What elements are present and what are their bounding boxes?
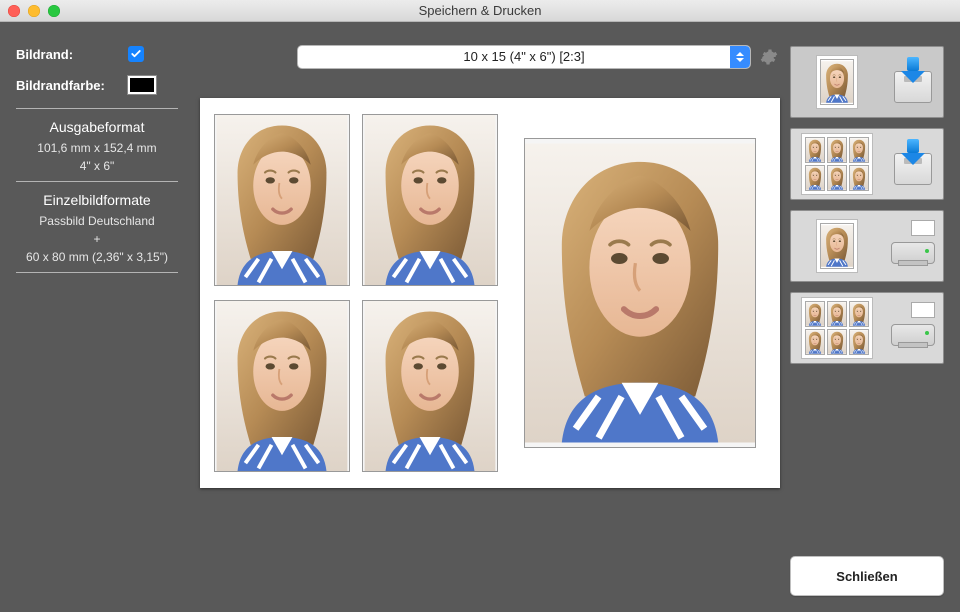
settings-button[interactable] [760,48,778,66]
single-format-name: Passbild Deutschland [16,214,178,228]
single-photo-icon [820,223,854,269]
single-format-head: Einzelbildformate [16,192,178,208]
minimize-window-icon[interactable] [28,5,40,17]
printer-icon [891,310,935,346]
zoom-window-icon[interactable] [48,5,60,17]
passport-photo-1 [214,114,350,286]
single-photo-icon [820,59,854,105]
window-controls [8,5,60,17]
divider [16,272,178,273]
bordercolor-well[interactable] [128,76,156,94]
large-photo [524,138,756,448]
sheet-photos-icon [805,301,869,355]
border-checkbox[interactable] [128,46,144,62]
paper-size-value: 10 x 15 (4" x 6") [2:3] [463,49,584,64]
divider [16,181,178,182]
divider [16,108,178,109]
actions-panel: Schließen [790,22,960,612]
print-sheet-button[interactable] [790,292,944,364]
passport-photo-2 [362,114,498,286]
close-window-icon[interactable] [8,5,20,17]
border-label: Bildrand: [16,47,128,62]
printer-icon [891,228,935,264]
titlebar: Speichern & Drucken [0,0,960,22]
print-sheet-preview [200,98,780,488]
passport-grid [214,114,498,472]
single-format-section: Einzelbildformate Passbild Deutschland +… [16,192,178,264]
gear-icon [760,48,778,66]
print-single-button[interactable] [790,210,944,282]
output-format-head: Ausgabeformat [16,119,178,135]
window-title: Speichern & Drucken [0,3,960,18]
passport-photo-4 [362,300,498,472]
bordercolor-label: Bildrandfarbe: [16,78,128,93]
output-format-section: Ausgabeformat 101,6 mm x 152,4 mm 4" x 6… [16,119,178,173]
save-single-button[interactable] [790,46,944,118]
single-format-size: 60 x 80 mm (2,36" x 3,15") [16,250,178,264]
single-format-plus: + [16,232,178,246]
output-format-mm: 101,6 mm x 152,4 mm [16,141,178,155]
close-button[interactable]: Schließen [790,556,944,596]
download-icon [892,61,934,103]
check-icon [130,48,142,60]
save-sheet-button[interactable] [790,128,944,200]
settings-panel: Bildrand: Bildrandfarbe: Ausgabeformat 1… [0,22,190,612]
download-icon [892,143,934,185]
preview-panel: 10 x 15 (4" x 6") [2:3] [190,22,790,612]
sheet-photos-icon [805,137,869,191]
output-format-inch: 4" x 6" [16,159,178,173]
chevron-updown-icon [730,46,750,68]
paper-size-select[interactable]: 10 x 15 (4" x 6") [2:3] [298,46,750,68]
passport-photo-3 [214,300,350,472]
